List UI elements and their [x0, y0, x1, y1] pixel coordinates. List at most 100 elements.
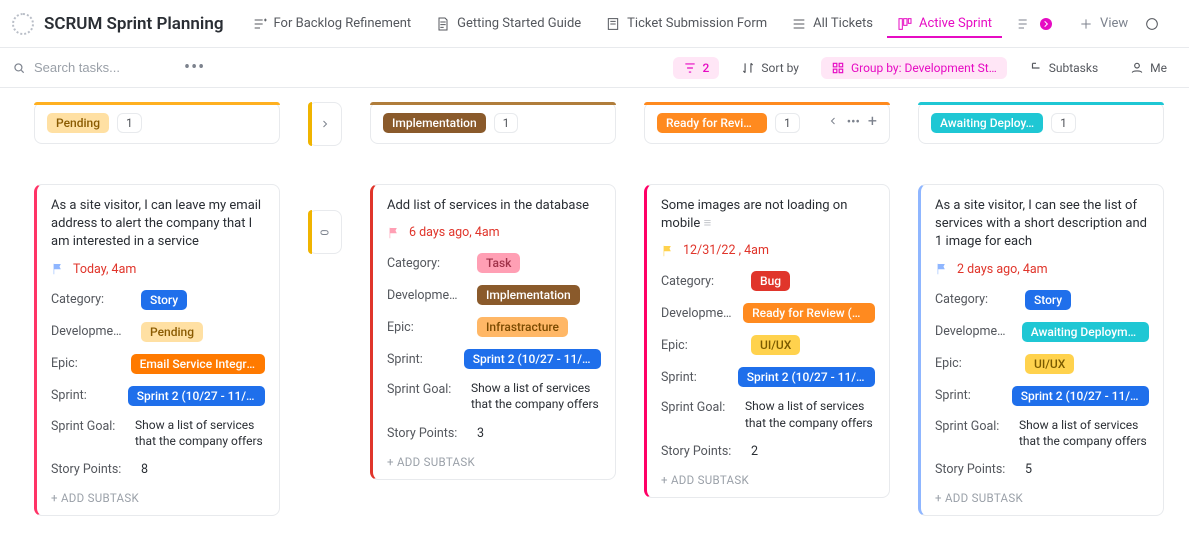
- status-pill: Pending: [47, 113, 109, 133]
- top-bar: SCRUM Sprint Planning For Backlog Refine…: [0, 0, 1189, 48]
- goal-text: Show a list of services that the company…: [471, 380, 601, 412]
- field-label: Sprint:: [935, 388, 1002, 403]
- tab-label: Getting Started Guide: [457, 16, 581, 31]
- add-subtask-button[interactable]: + ADD SUBTASK: [935, 491, 1149, 505]
- status-pill: Ready for Revie…: [657, 113, 767, 133]
- due-text: 12/31/22 , 4am: [683, 243, 769, 258]
- task-card[interactable]: As a site visitor, I can leave my email …: [34, 184, 280, 516]
- add-subtask-button[interactable]: + ADD SUBTASK: [387, 455, 601, 469]
- plus-icon: [1078, 16, 1094, 32]
- dev-stage-tag: Ready for Review (DEV): [743, 303, 875, 323]
- column-header[interactable]: Pending 1: [34, 102, 280, 144]
- add-view-label: View: [1100, 16, 1128, 31]
- filter-count: 2: [703, 61, 710, 75]
- due-row: 12/31/22 , 4am: [661, 243, 875, 258]
- field-label: Sprint:: [661, 370, 728, 385]
- epic-tag: Email Service Integration: [131, 354, 265, 374]
- search-input[interactable]: [32, 59, 172, 76]
- card-title: Some images are not loading on mobile ≡: [661, 197, 875, 233]
- tab-all-tickets[interactable]: All Tickets: [781, 10, 883, 38]
- tab-active-sprint[interactable]: Active Sprint: [887, 10, 1002, 38]
- tab-backlog[interactable]: For Backlog Refinement: [242, 10, 422, 38]
- field-label: Sprint Goal:: [387, 380, 457, 397]
- epic-tag: Infrastracture: [477, 317, 568, 337]
- me-button[interactable]: Me: [1120, 57, 1177, 79]
- group-by-chip[interactable]: Group by: Development St…: [821, 57, 1007, 79]
- add-view-button[interactable]: View: [1068, 10, 1138, 38]
- flag-icon: [51, 262, 65, 276]
- column-awaiting-deploy: Awaiting Deploy… 1 As a site visitor, I …: [918, 102, 1164, 516]
- goal-text: Show a list of services that the company…: [1019, 417, 1149, 449]
- chevron-left-icon: [827, 115, 839, 127]
- sprint-tag: Sprint 2 (10/27 - 11/17/2…: [128, 386, 265, 406]
- card-title: As a site visitor, I can see the list of…: [935, 197, 1149, 252]
- field-label: Sprint Goal:: [51, 417, 121, 434]
- filter-chip[interactable]: 2: [673, 57, 720, 79]
- sort-button[interactable]: Sort by: [731, 57, 809, 79]
- more-options[interactable]: •••: [184, 57, 205, 78]
- filter-icon: [683, 61, 697, 75]
- tab-next[interactable]: [1006, 10, 1064, 38]
- category-tag: Story: [1025, 290, 1071, 310]
- points-value: 3: [477, 426, 484, 441]
- card-title: As a site visitor, I can leave my email …: [51, 197, 265, 252]
- field-label: Developme…: [51, 324, 131, 339]
- group-icon: [831, 61, 845, 75]
- tab-label: All Tickets: [813, 16, 873, 31]
- me-label: Me: [1150, 61, 1167, 75]
- column-header[interactable]: Implementation 1: [370, 102, 616, 144]
- card-title-text: Some images are not loading on mobile: [661, 198, 847, 231]
- task-card[interactable]: Add list of services in the database 6 d…: [370, 184, 616, 480]
- field-label: Developme…: [935, 324, 1012, 339]
- field-label: Developme…: [387, 288, 467, 303]
- tab-ticket-form[interactable]: Ticket Submission Form: [595, 10, 777, 38]
- column-header[interactable]: Awaiting Deploy… 1: [918, 102, 1164, 144]
- flag-icon: [387, 226, 401, 240]
- tab-label: Ticket Submission Form: [627, 16, 767, 31]
- task-card[interactable]: As a site visitor, I can see the list of…: [918, 184, 1164, 516]
- task-card[interactable]: Some images are not loading on mobile ≡ …: [644, 184, 890, 498]
- dev-stage-tag: Awaiting Deployment: [1022, 322, 1149, 342]
- search-box[interactable]: [12, 59, 172, 76]
- due-text: 2 days ago, 4am: [957, 262, 1048, 277]
- tab-overflow[interactable]: [1142, 10, 1162, 38]
- collapsed-count[interactable]: 0: [308, 210, 342, 254]
- due-row: Today, 4am: [51, 262, 265, 277]
- dev-stage-tag: Pending: [141, 322, 203, 342]
- column-ready-review: Ready for Revie… 1 ••• + Some images are…: [644, 102, 890, 498]
- tab-guide[interactable]: Getting Started Guide: [425, 10, 591, 38]
- status-pill: Awaiting Deploy…: [931, 113, 1043, 133]
- points-value: 2: [751, 444, 758, 459]
- list-icon: [1016, 16, 1032, 32]
- description-icon: ≡: [704, 216, 712, 231]
- field-label: Story Points:: [387, 426, 467, 441]
- collapse-column-button[interactable]: [827, 115, 839, 131]
- field-label: Epic:: [51, 356, 121, 371]
- subtasks-label: Subtasks: [1049, 61, 1098, 75]
- sort-icon: [741, 61, 755, 75]
- add-task-button[interactable]: +: [868, 115, 877, 131]
- subtasks-icon: [1029, 61, 1043, 75]
- column-more-button[interactable]: •••: [847, 115, 860, 131]
- field-label: Epic:: [935, 356, 1015, 371]
- add-subtask-button[interactable]: + ADD SUBTASK: [661, 473, 875, 487]
- list-icon: [791, 16, 807, 32]
- field-label: Category:: [661, 274, 741, 289]
- expand-column-button[interactable]: [308, 102, 342, 146]
- subtasks-button[interactable]: Subtasks: [1019, 57, 1108, 79]
- epic-tag: UI/UX: [1025, 354, 1074, 374]
- sprint-tag: Sprint 2 (10/27 - 11/17/2…: [1012, 386, 1149, 406]
- field-label: Story Points:: [51, 462, 131, 477]
- add-subtask-button[interactable]: + ADD SUBTASK: [51, 491, 265, 505]
- sprint-tag: Sprint 2 (10/27 - 11/17/2…: [464, 349, 601, 369]
- form-icon: [605, 16, 621, 32]
- group-label: Group by: Development St…: [851, 61, 997, 75]
- field-label: Story Points:: [661, 444, 741, 459]
- category-tag: Task: [477, 253, 520, 273]
- field-label: Sprint:: [51, 388, 118, 403]
- due-row: 6 days ago, 4am: [387, 225, 601, 240]
- category-tag: Bug: [751, 271, 790, 291]
- column-header[interactable]: Ready for Revie… 1 ••• +: [644, 102, 890, 144]
- list-icon: [252, 16, 268, 32]
- sprint-tag: Sprint 2 (10/27 - 11/17/2…: [738, 367, 875, 387]
